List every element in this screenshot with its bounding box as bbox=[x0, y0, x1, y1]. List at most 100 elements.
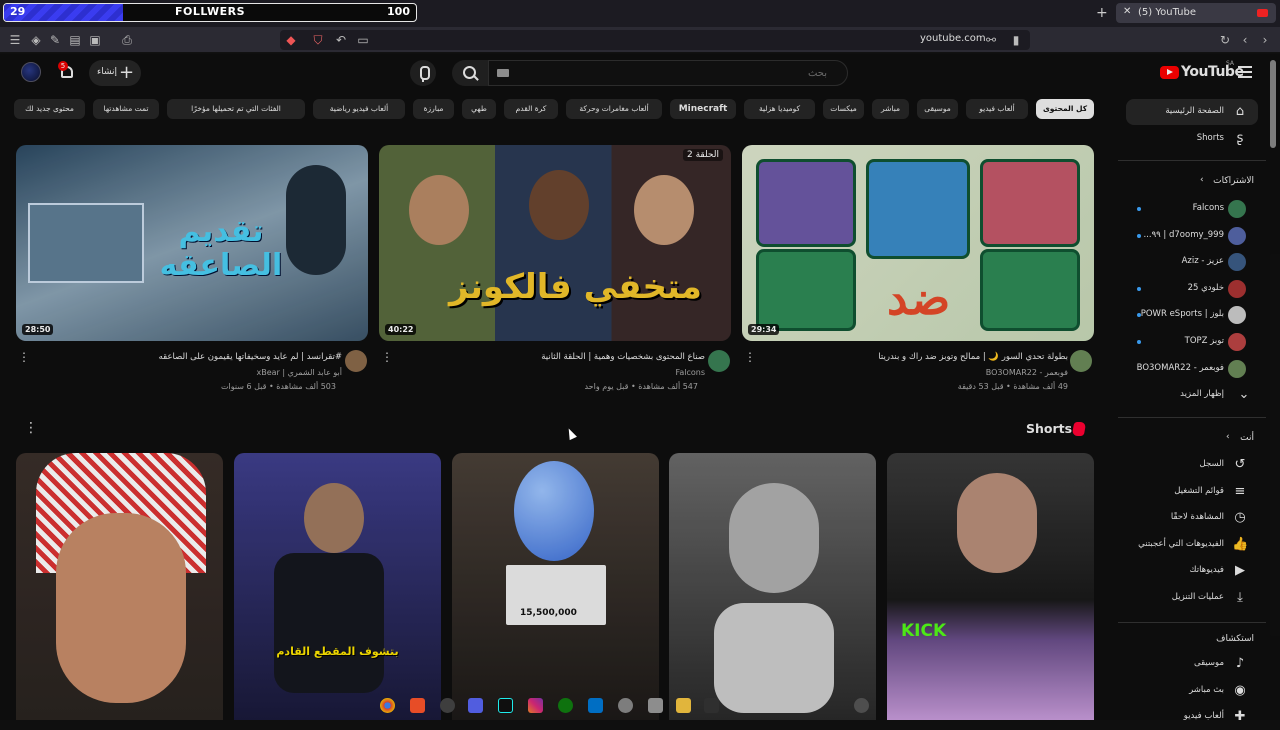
scrollbar[interactable] bbox=[1270, 60, 1276, 148]
subscription-item[interactable]: عزيز - Aziz bbox=[1126, 249, 1258, 275]
bookmark-icon[interactable]: ▮ bbox=[1009, 33, 1023, 47]
store-icon[interactable] bbox=[588, 698, 603, 713]
youtube-logo[interactable]: YouTube SA bbox=[1160, 60, 1244, 82]
settings-icon[interactable] bbox=[618, 698, 633, 713]
chip-10[interactable]: مبارزة bbox=[413, 99, 454, 119]
search-input[interactable] bbox=[489, 61, 847, 85]
chip-9[interactable]: طهي bbox=[462, 99, 496, 119]
sidebar-item-you-2[interactable]: ◷ المشاهدة لاحقًا bbox=[1126, 505, 1258, 531]
subscription-item[interactable]: خلودي 25 bbox=[1126, 276, 1258, 302]
sidebar-item-you-1[interactable]: ≡ قوائم التشغيل bbox=[1126, 479, 1258, 505]
short-thumbnail[interactable] bbox=[669, 453, 876, 720]
channel-name[interactable]: Falcons bbox=[675, 368, 705, 377]
screen-icon[interactable]: ▭ bbox=[356, 33, 370, 47]
create-button[interactable]: + إنشاء bbox=[89, 60, 141, 86]
search-box[interactable] bbox=[488, 60, 848, 86]
discord-icon[interactable] bbox=[468, 698, 483, 713]
reload-icon[interactable]: ↻ bbox=[1218, 33, 1232, 47]
sidebar-toggle-icon[interactable]: ☰ bbox=[8, 33, 22, 47]
more-options-icon[interactable]: ⋮ bbox=[381, 350, 393, 364]
chip-14[interactable]: محتوى جديد لك bbox=[14, 99, 85, 119]
more-options-icon[interactable]: ⋮ bbox=[744, 350, 756, 364]
chip-11[interactable]: ألعاب فيديو رياضية bbox=[313, 99, 405, 119]
shield-icon[interactable]: ◈ bbox=[29, 33, 43, 47]
video-thumbnail[interactable]: ضد 29:34 bbox=[742, 145, 1094, 341]
more-options-icon[interactable]: ⋮ bbox=[18, 350, 30, 364]
chip-4[interactable]: ميكسات bbox=[823, 99, 864, 119]
sidebar-item-you-5[interactable]: ⤓ عمليات التنزيل bbox=[1126, 585, 1258, 611]
channel-avatar[interactable] bbox=[1070, 350, 1092, 372]
video-thumbnail[interactable]: متخفي فالكونز الحلقة 2 40:22 bbox=[379, 145, 731, 341]
account-avatar[interactable] bbox=[21, 62, 41, 82]
video-title[interactable]: صناع المحتوى بشخصيات وهمية | الحلقة الثا… bbox=[541, 352, 705, 362]
subscription-item[interactable]: توبز TOPZ bbox=[1126, 329, 1258, 355]
chip-8[interactable]: كرة القدم bbox=[504, 99, 558, 119]
short-thumbnail[interactable] bbox=[16, 453, 223, 720]
subscription-item[interactable]: d7oomy_999 | ٩٩... bbox=[1126, 223, 1258, 249]
keyboard-icon[interactable] bbox=[497, 69, 509, 77]
folder-icon[interactable] bbox=[676, 698, 691, 713]
subscription-item[interactable]: Falcons bbox=[1126, 196, 1258, 222]
sidebar-item-explore-1[interactable]: ◉ بث مباشر bbox=[1126, 678, 1258, 704]
back-arrow-icon[interactable]: ↶ bbox=[334, 33, 348, 47]
back-icon[interactable]: ‹ bbox=[1238, 33, 1252, 47]
new-tab-icon[interactable]: + bbox=[1096, 5, 1108, 21]
address-bar[interactable] bbox=[280, 30, 1030, 50]
browser-tab[interactable]: ✕ (5) YouTube bbox=[1116, 3, 1276, 23]
subscription-item[interactable]: بلوز | POWR eSports bbox=[1126, 302, 1258, 328]
short-thumbnail[interactable]: KICK bbox=[887, 453, 1094, 720]
chevron-right-icon[interactable]: › bbox=[1226, 432, 1230, 442]
chip-12[interactable]: الفئات التي تم تحميلها مؤخرًا bbox=[167, 99, 305, 119]
notifications-button[interactable]: 5 bbox=[58, 61, 76, 81]
link-icon[interactable]: ⚯ bbox=[984, 33, 998, 47]
trash-icon[interactable] bbox=[648, 698, 663, 713]
instagram-icon[interactable] bbox=[528, 698, 543, 713]
channel-name[interactable]: أبو عابد الشمري | xBear bbox=[256, 368, 342, 377]
chip-5[interactable]: كوميديا هزلية bbox=[744, 99, 815, 119]
show-more-button[interactable]: ⌄ إظهار المزيد bbox=[1126, 382, 1258, 408]
chevron-right-icon[interactable]: › bbox=[1200, 175, 1204, 185]
obs-icon[interactable] bbox=[440, 698, 455, 713]
ublock-icon[interactable]: ◆ bbox=[284, 33, 298, 47]
brave-shield-icon[interactable]: ⛉ bbox=[311, 33, 325, 47]
chip-1[interactable]: ألعاب فيديو bbox=[966, 99, 1028, 119]
you-header[interactable]: أنت bbox=[1240, 433, 1254, 443]
forward-icon[interactable]: › bbox=[1258, 33, 1272, 47]
chip-0[interactable]: كل المحتوى bbox=[1036, 99, 1094, 119]
chip-13[interactable]: تمت مشاهدتها bbox=[93, 99, 159, 119]
sidebar-item-explore-0[interactable]: ♪ موسيقى bbox=[1126, 651, 1258, 677]
brave-icon[interactable] bbox=[410, 698, 425, 713]
short-thumbnail[interactable]: بتشوف المقطع القادم bbox=[234, 453, 441, 720]
subscriptions-header[interactable]: الاشتراكات bbox=[1213, 176, 1254, 186]
xbox-icon[interactable] bbox=[558, 698, 573, 713]
chip-6[interactable]: Minecraft bbox=[670, 99, 736, 119]
terminal-icon[interactable] bbox=[704, 698, 719, 713]
brush-icon[interactable]: ✎ bbox=[48, 33, 62, 47]
channel-name[interactable]: فوبعمر - BO3OMAR22 bbox=[986, 368, 1068, 377]
sidebar-item-you-3[interactable]: 👍 الفيديوهات التي أعجبتني bbox=[1126, 532, 1258, 558]
video-title[interactable]: بطولة تحدي السور 🌙 | ممالح وتوبز ضد راك … bbox=[878, 352, 1068, 362]
sidebar-item-explore-2[interactable]: ✚ ألعاب فيديو bbox=[1126, 704, 1258, 730]
search-icon[interactable] bbox=[854, 698, 869, 713]
more-options-icon[interactable]: ⋮ bbox=[24, 420, 38, 436]
panel-icon[interactable]: ▣ bbox=[88, 33, 102, 47]
chip-7[interactable]: ألعاب مغامرات وحركة bbox=[566, 99, 662, 119]
sidebar-item-home[interactable]: ⌂ الصفحة الرئيسية bbox=[1126, 99, 1258, 125]
sidebar-item-you-4[interactable]: ▶ فيديوهاتك bbox=[1126, 558, 1258, 584]
channel-avatar[interactable] bbox=[708, 350, 730, 372]
reader-icon[interactable]: ⎙ bbox=[120, 33, 134, 47]
tabs-icon[interactable]: ▤ bbox=[68, 33, 82, 47]
search-button[interactable] bbox=[452, 60, 488, 86]
tiktok-icon[interactable] bbox=[498, 698, 513, 713]
chip-2[interactable]: موسيقى bbox=[917, 99, 958, 119]
short-thumbnail[interactable]: 15,500,000 bbox=[452, 453, 659, 720]
microphone-button[interactable] bbox=[410, 60, 436, 86]
chip-3[interactable]: مباشر bbox=[872, 99, 909, 119]
close-tab-icon[interactable]: ✕ bbox=[1123, 6, 1131, 17]
chrome-icon[interactable] bbox=[380, 698, 395, 713]
channel-avatar[interactable] bbox=[345, 350, 367, 372]
video-title[interactable]: #تقرانسد | لم عايد وسخيفاتها يقيمون على … bbox=[159, 352, 342, 362]
sidebar-item-shorts[interactable]: ʂ Shorts bbox=[1126, 126, 1258, 152]
sidebar-item-you-0[interactable]: ↺ السجل bbox=[1126, 452, 1258, 478]
video-thumbnail[interactable]: تقديم الصاعقه 28:50 bbox=[16, 145, 368, 341]
